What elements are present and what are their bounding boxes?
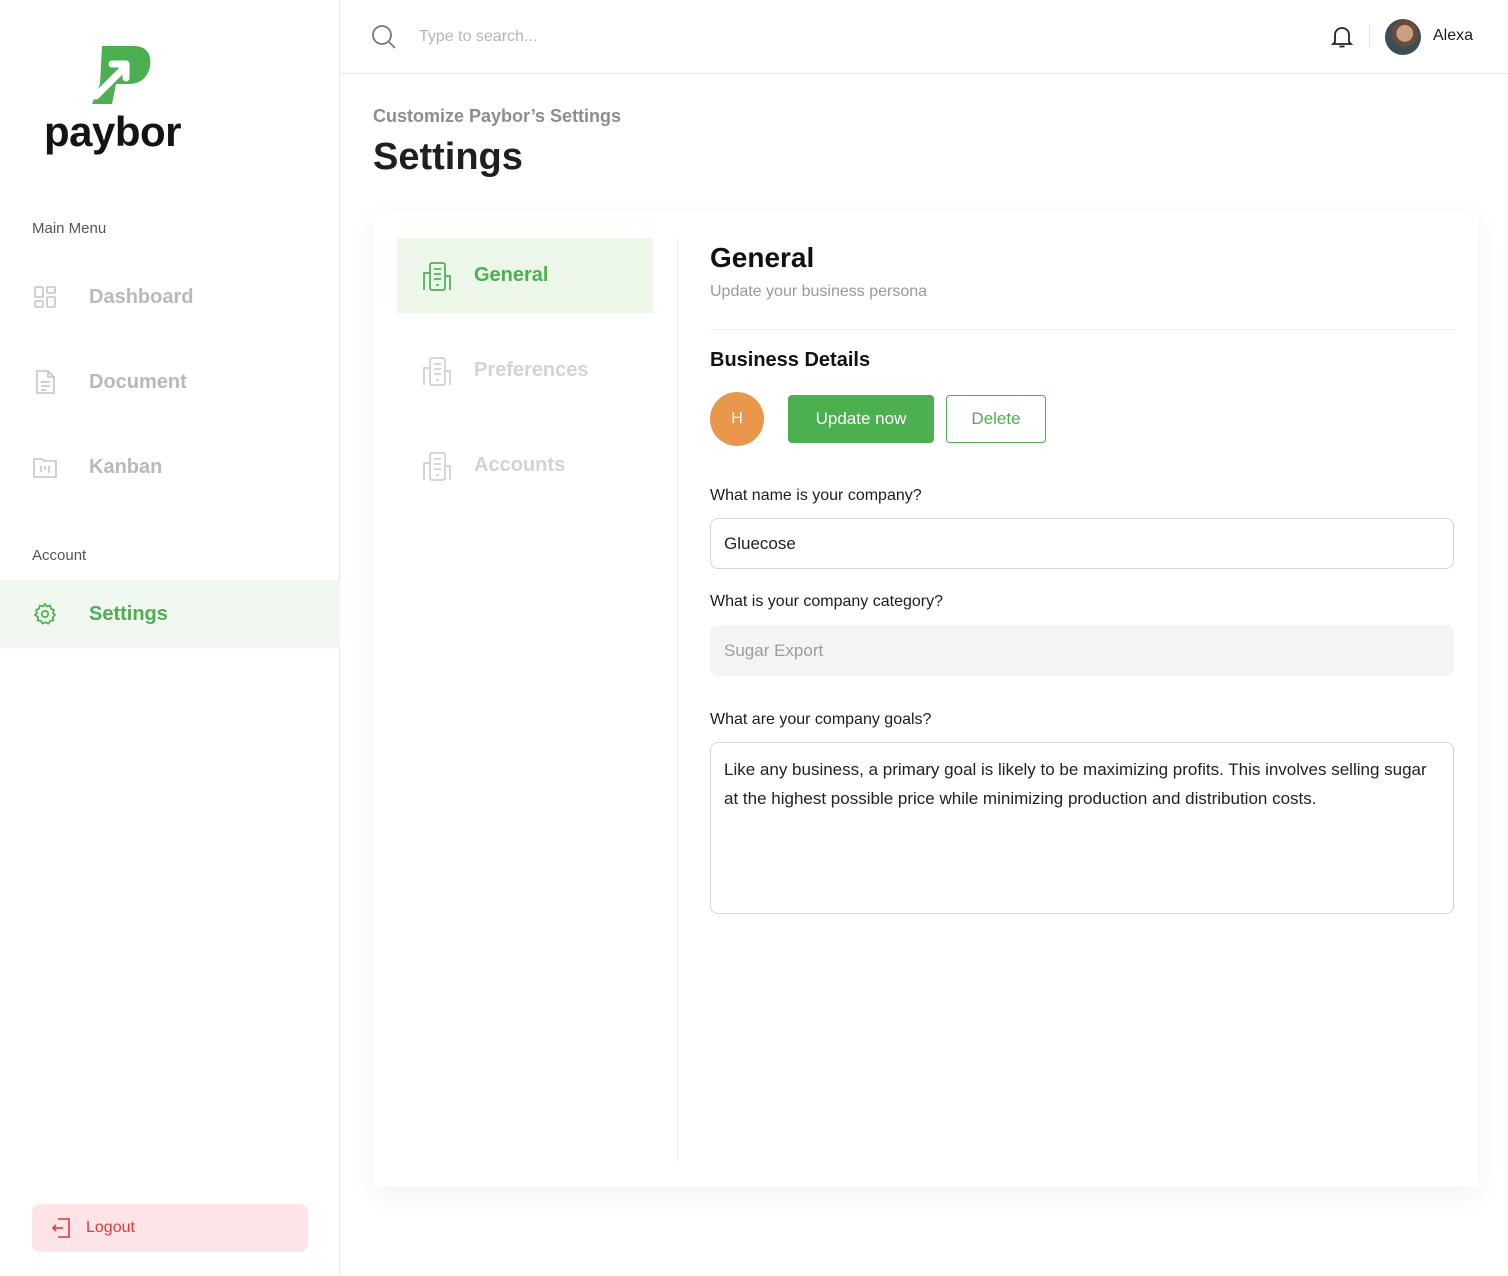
business-details-title: Business Details bbox=[710, 349, 871, 371]
settings-card: General Preferences Accounts General Upd… bbox=[373, 212, 1478, 1187]
tab-label: General bbox=[474, 264, 549, 286]
sidebar-item-kanban[interactable]: Kanban bbox=[0, 433, 340, 501]
business-avatar: H bbox=[710, 392, 764, 446]
logo-wordmark: paybor bbox=[44, 108, 182, 155]
logout-icon bbox=[50, 1217, 72, 1239]
logo-mark-icon bbox=[92, 46, 151, 104]
company-goals-label: What are your company goals? bbox=[710, 711, 932, 728]
user-name[interactable]: Alexa bbox=[1433, 27, 1473, 45]
user-avatar[interactable] bbox=[1385, 19, 1421, 55]
panel-divider bbox=[710, 329, 1454, 330]
tab-preferences[interactable]: Preferences bbox=[397, 333, 653, 408]
tab-label: Preferences bbox=[474, 359, 589, 381]
company-name-input[interactable] bbox=[710, 518, 1454, 569]
sidebar-item-label: Kanban bbox=[89, 455, 163, 478]
tab-label: Accounts bbox=[474, 454, 566, 476]
page-subtitle: Customize Paybor’s Settings bbox=[373, 106, 622, 126]
update-now-button[interactable]: Update now bbox=[788, 395, 934, 443]
sidebar-item-settings[interactable]: Settings bbox=[0, 580, 340, 648]
sidebar-item-document[interactable]: Document bbox=[0, 348, 340, 416]
main-menu-label: Main Menu bbox=[32, 220, 107, 237]
dashboard-icon bbox=[32, 284, 58, 310]
kanban-icon bbox=[32, 454, 58, 480]
building-icon bbox=[421, 355, 453, 387]
card-divider bbox=[677, 238, 678, 1162]
sidebar-item-label: Settings bbox=[89, 602, 168, 625]
delete-button[interactable]: Delete bbox=[946, 395, 1046, 443]
gear-icon bbox=[32, 601, 58, 627]
company-goals-textarea[interactable]: Like any business, a primary goal is lik… bbox=[710, 742, 1454, 914]
tab-general[interactable]: General bbox=[397, 238, 653, 313]
paybor-logo[interactable]: paybor bbox=[44, 44, 194, 164]
building-icon bbox=[421, 260, 453, 292]
company-category-label: What is your company category? bbox=[710, 593, 943, 610]
sidebar-item-dashboard[interactable]: Dashboard bbox=[0, 263, 340, 331]
company-name-label: What name is your company? bbox=[710, 487, 922, 504]
sidebar-item-label: Dashboard bbox=[89, 285, 194, 308]
search-icon[interactable] bbox=[371, 24, 397, 50]
topbar-divider bbox=[1369, 26, 1370, 48]
building-icon bbox=[421, 450, 453, 482]
document-icon bbox=[32, 369, 58, 395]
tab-accounts[interactable]: Accounts bbox=[397, 428, 653, 503]
sidebar-item-label: Document bbox=[89, 370, 187, 393]
logout-label: Logout bbox=[86, 1219, 135, 1236]
search-input[interactable] bbox=[419, 22, 819, 52]
panel-subtitle: Update your business persona bbox=[710, 283, 928, 300]
panel-title: General bbox=[710, 242, 815, 273]
sidebar: paybor Main Menu Dashboard Document Kanb… bbox=[0, 0, 340, 1276]
notification-bell-icon[interactable] bbox=[1329, 24, 1355, 50]
top-bar: Alexa bbox=[341, 0, 1508, 74]
page-title: Settings bbox=[373, 136, 523, 178]
logout-button[interactable]: Logout bbox=[32, 1204, 308, 1252]
company-category-input[interactable] bbox=[710, 625, 1454, 676]
account-label: Account bbox=[32, 547, 87, 564]
